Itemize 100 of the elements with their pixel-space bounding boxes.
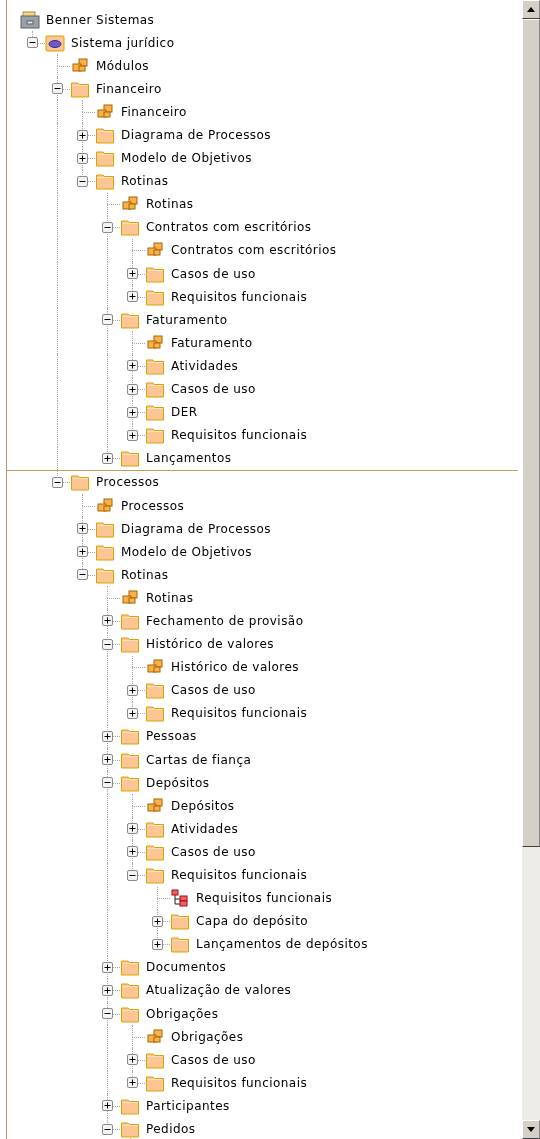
tree-toggle[interactable]: [102, 221, 113, 233]
tree-toggle[interactable]: [127, 869, 138, 881]
tree-item[interactable]: Contratos com escritórios: [171, 241, 337, 260]
tree-item[interactable]: Requisitos funcionais: [171, 704, 308, 723]
tree-item[interactable]: Participantes: [146, 1096, 230, 1115]
tree-toggle[interactable]: [102, 1100, 113, 1112]
tree-item[interactable]: Pedidos: [146, 1120, 196, 1139]
tree-toggle[interactable]: [102, 985, 113, 996]
tree-toggle[interactable]: [152, 915, 163, 927]
tree-item[interactable]: Requisitos funcionais: [171, 1073, 308, 1092]
tree-item[interactable]: Financeiro: [121, 102, 187, 121]
tree-toggle[interactable]: [127, 429, 138, 441]
tree-toggle[interactable]: [127, 823, 138, 835]
tree-item[interactable]: Requisitos funcionais: [171, 866, 308, 884]
tree-toggle[interactable]: [102, 638, 113, 650]
tree-item[interactable]: Faturamento: [146, 310, 228, 329]
tree-toggle[interactable]: [127, 268, 138, 280]
tree-item[interactable]: Casos de uso: [171, 1050, 256, 1069]
tree-item[interactable]: Lançamentos: [146, 449, 232, 468]
tree-toggle[interactable]: [127, 684, 138, 696]
tree-item[interactable]: Sistema jurídico: [71, 33, 175, 52]
scroll-down-button[interactable]: [522, 1120, 540, 1139]
tree-item[interactable]: Fechamento de provisão: [146, 612, 304, 630]
folder-icon: [145, 426, 165, 445]
tree-toggle[interactable]: [102, 754, 113, 766]
tree-toggle[interactable]: [77, 129, 88, 141]
folder-icon: [95, 565, 115, 584]
folder-icon: [95, 519, 115, 538]
plus-icon: [129, 709, 136, 717]
tree-item[interactable]: Atualização de valores: [146, 981, 292, 1000]
tree-item[interactable]: Depósitos: [146, 773, 210, 792]
tree-toggle[interactable]: [77, 569, 88, 581]
tree-item[interactable]: Requisitos funcionais: [196, 889, 333, 908]
tree-toggle[interactable]: [127, 291, 138, 303]
tree-toggle[interactable]: [102, 777, 113, 789]
tree-toggle[interactable]: [27, 37, 38, 49]
tree-item[interactable]: Processos: [96, 473, 160, 492]
tree-toggle[interactable]: [77, 175, 88, 187]
tree-item[interactable]: Histórico de valores: [146, 635, 274, 654]
plus-icon: [129, 686, 136, 694]
plus-icon: [104, 732, 111, 740]
tree-item[interactable]: Requisitos funcionais: [171, 426, 308, 445]
tree-toggle[interactable]: [52, 476, 63, 488]
tree-item[interactable]: Rotinas: [121, 565, 169, 584]
tree-item[interactable]: Requisitos funcionais: [171, 287, 308, 306]
tree-item[interactable]: Casos de uso: [171, 264, 256, 283]
tree-item[interactable]: Diagrama de Processos: [121, 519, 272, 538]
plus-icon: [129, 825, 136, 833]
tree-item[interactable]: Casos de uso: [171, 681, 256, 700]
tree-item[interactable]: Casos de uso: [171, 380, 256, 399]
tree-item[interactable]: Pessoas: [146, 727, 197, 746]
folder-icon: [145, 356, 165, 375]
tree-item[interactable]: Depósitos: [171, 796, 235, 815]
tree-item[interactable]: Financeiro: [96, 79, 162, 98]
tree-toggle[interactable]: [127, 360, 138, 372]
tree-item[interactable]: Capa do depósito: [196, 912, 309, 931]
plus-icon: [104, 963, 111, 971]
tree-toggle[interactable]: [127, 846, 138, 858]
tree-toggle[interactable]: [102, 730, 113, 742]
tree-item[interactable]: Modelo de Objetivos: [121, 542, 253, 561]
tree-item[interactable]: Processos: [121, 496, 185, 515]
tree-toggle[interactable]: [127, 406, 138, 418]
tree-item[interactable]: Obrigações: [171, 1027, 244, 1046]
tree-item[interactable]: Atividades: [171, 356, 239, 375]
tree-toggle[interactable]: [52, 83, 63, 95]
tree-item[interactable]: Documentos: [146, 958, 227, 977]
tree-item[interactable]: Diagrama de Processos: [121, 126, 272, 144]
tree-item[interactable]: Faturamento: [171, 333, 253, 352]
tree-item[interactable]: Rotinas: [146, 195, 194, 214]
folder-icon: [145, 819, 165, 838]
tree-item[interactable]: Rotinas: [146, 588, 194, 607]
tree-item[interactable]: Atividades: [171, 819, 239, 838]
tree-toggle[interactable]: [102, 1008, 113, 1020]
tree-toggle[interactable]: [102, 452, 113, 464]
tree-item[interactable]: Lançamentos de depósitos: [196, 935, 368, 954]
tree-toggle[interactable]: [127, 383, 138, 395]
tree-item[interactable]: Módulos: [96, 56, 149, 75]
tree-toggle[interactable]: [77, 546, 88, 558]
tree-toggle[interactable]: [102, 615, 113, 627]
scroll-thumb[interactable]: [522, 19, 540, 847]
tree-item[interactable]: Rotinas: [121, 172, 169, 191]
tree-toggle[interactable]: [102, 1123, 113, 1135]
tree-toggle[interactable]: [127, 1054, 138, 1066]
tree-item[interactable]: Histórico de valores: [171, 658, 299, 677]
tree-item[interactable]: Obrigações: [146, 1004, 219, 1023]
tree-item[interactable]: Contratos com escritórios: [146, 218, 312, 237]
tree-item[interactable]: Casos de uso: [171, 842, 256, 861]
folder-icon: [120, 981, 140, 1000]
tree-item[interactable]: Cartas de fiança: [146, 750, 252, 769]
tree-item[interactable]: DER: [171, 403, 198, 422]
tree-toggle[interactable]: [77, 523, 88, 535]
tree-item[interactable]: Modelo de Objetivos: [121, 149, 253, 168]
tree-item[interactable]: Benner Sistemas: [46, 10, 155, 29]
tree-toggle[interactable]: [152, 938, 163, 950]
tree-toggle[interactable]: [127, 707, 138, 719]
tree-toggle[interactable]: [102, 961, 113, 973]
tree-toggle[interactable]: [77, 152, 88, 164]
tree-toggle[interactable]: [127, 1077, 138, 1089]
tree-toggle[interactable]: [102, 314, 113, 326]
scroll-up-button[interactable]: [522, 0, 540, 19]
